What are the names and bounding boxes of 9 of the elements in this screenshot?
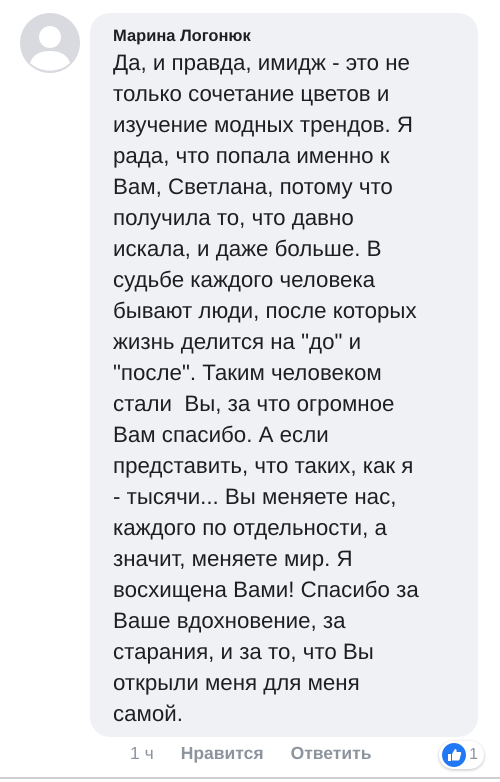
reply-button[interactable]: Ответить	[290, 740, 372, 766]
comment-text: Да, и правда, имидж - это не только сочетание цветов и изучение модных трендов. Я рада, что попала именно к Вам, Светлана, потому что получила то, что давно искала, и даже больше. В судьбе каждого человека бывают люди, после которых жизнь делится на "до" и "после". Таким человеком стали Вы, за что огромное Вам спасибо. А если представить, что таких, как я - тысячи... Вы меняете нас, каждого по отдельности, а значит, меняете мир. Я восхищена Вами! Спасибо за Ваше вдохновение, за старания, и за то, что Вы открыли меня для меня самой.	[113, 49, 420, 728]
like-count: 1	[469, 745, 478, 765]
reaction-count[interactable]: 1	[439, 741, 484, 769]
like-icon	[442, 743, 466, 767]
avatar-icon	[20, 13, 80, 73]
comment-time: 1 ч	[130, 742, 154, 765]
author-name[interactable]: Марина Логонюк	[113, 25, 466, 47]
like-button[interactable]: Нравится	[180, 740, 264, 766]
